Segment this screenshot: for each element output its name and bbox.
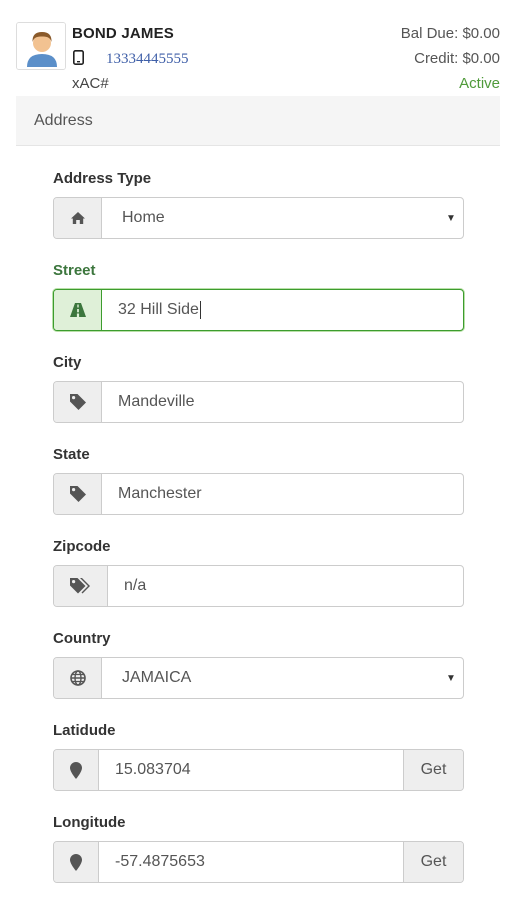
country-label: Country [53,630,111,647]
state-value: Manchester [118,485,202,502]
zipcode-label: Zipcode [53,538,111,555]
longitude-label: Longitude [53,814,126,831]
latitude-input[interactable]: 15.083704 [99,750,403,790]
home-icon [54,198,102,238]
globe-icon [54,658,102,698]
longitude-input-group: -57.4875653 Get [53,841,464,883]
account-number-label: xAC# [72,75,109,92]
state-input[interactable]: Manchester [53,473,464,515]
zipcode-input[interactable]: n/a [53,565,464,607]
chevron-down-icon: ▼ [446,672,456,684]
country-select[interactable]: JAMAICA ▼ [53,657,464,699]
customer-name: BOND JAMES [72,25,175,42]
credit-amount: Credit: $0.00 [414,50,500,67]
state-label: State [53,446,90,463]
user-avatar-icon [17,23,65,69]
street-label: Street [53,262,96,279]
city-label: City [53,354,82,371]
address-type-select[interactable]: Home ▼ [53,197,464,239]
get-latitude-button[interactable]: Get [403,750,463,790]
country-value: JAMAICA [122,669,192,686]
map-marker-icon [54,842,99,882]
tags-icon [54,566,108,606]
street-value: 32 Hill Side [102,290,463,330]
status-badge: Active [459,75,500,92]
customer-header: BOND JAMES 13334445555 xAC# Bal Due: $0.… [0,0,512,96]
avatar[interactable] [16,22,66,70]
tag-icon [54,474,102,514]
address-type-value: Home [122,209,165,226]
city-value: Mandeville [118,393,195,410]
section-title: Address [34,112,93,129]
latitude-input-group: 15.083704 Get [53,749,464,791]
zipcode-value: n/a [124,577,147,594]
street-text: 32 Hill Side [118,301,199,318]
text-cursor [199,301,201,319]
mobile-phone-icon [73,50,84,65]
latitude-label: Latidude [53,722,116,739]
longitude-input[interactable]: -57.4875653 [99,842,403,882]
balance-due: Bal Due: $0.00 [400,25,500,42]
street-input[interactable]: 32 Hill Side [53,289,464,331]
road-icon [54,290,102,330]
chevron-down-icon: ▼ [446,212,456,224]
get-longitude-button[interactable]: Get [403,842,463,882]
address-section-header[interactable]: Address [16,96,500,146]
city-input[interactable]: Mandeville [53,381,464,423]
address-type-label: Address Type [53,170,152,187]
map-marker-icon [54,750,99,790]
tag-icon [54,382,102,422]
customer-phone[interactable]: 13334445555 [106,51,189,68]
